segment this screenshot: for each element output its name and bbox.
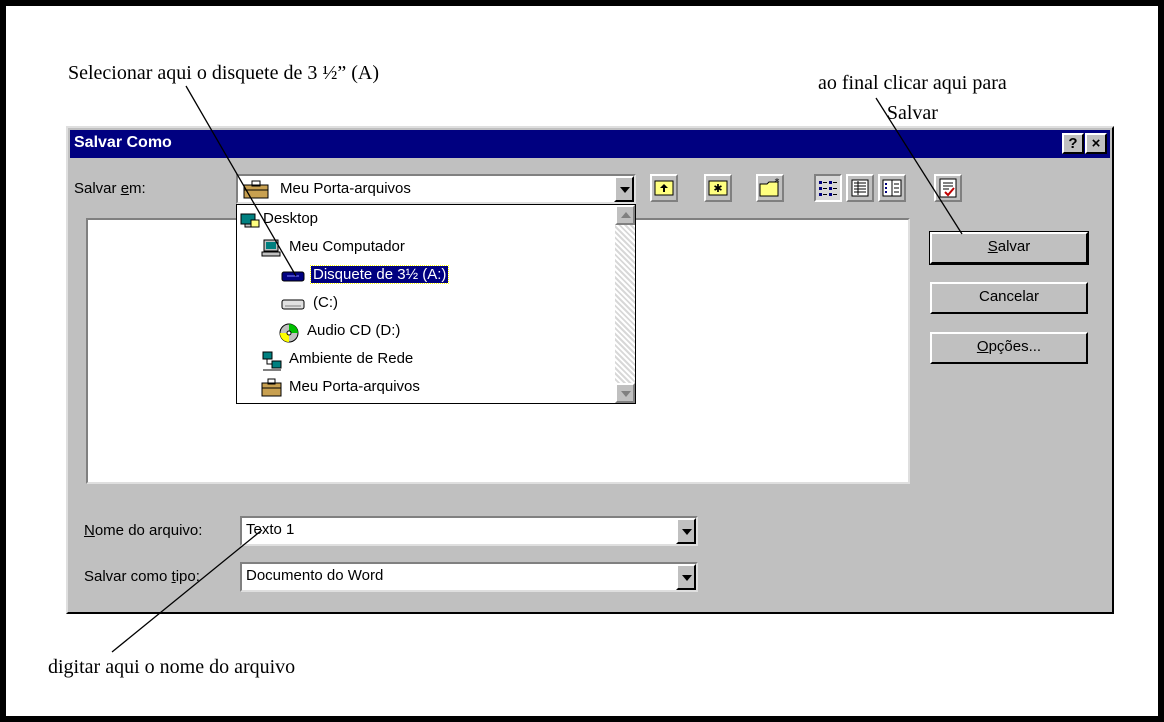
annotation-click-save: ao final clicar aqui para Salvar — [818, 68, 1007, 128]
file-name-label: Nome do arquivo: — [84, 522, 202, 539]
properties-view-icon — [882, 179, 902, 197]
file-name-field[interactable]: Texto 1 — [240, 516, 698, 546]
file-type-select[interactable]: Documento do Word — [240, 562, 698, 592]
annotation-select-drive: Selecionar aqui o disquete de 3 ½” (A) — [68, 62, 380, 84]
details-view-button[interactable] — [846, 174, 874, 202]
dialog-title: Salvar Como — [74, 134, 172, 151]
help-button[interactable]: ? — [1062, 133, 1084, 154]
dropdown-item-label: Disquete de 3½ (A:) — [309, 265, 450, 284]
options-button[interactable]: Opções... — [930, 332, 1088, 364]
save-button[interactable]: Salvar — [929, 231, 1089, 265]
chevron-down-icon[interactable] — [614, 176, 634, 202]
file-type-label-pre: Salvar como — [84, 568, 172, 585]
file-type-value: Documento do Word — [246, 567, 384, 584]
annotation-file-name: digitar aqui o nome do arquivo — [48, 656, 296, 678]
save-in-label-post: m: — [129, 180, 146, 197]
cd-drive-icon — [277, 322, 301, 348]
svg-text:*: * — [775, 177, 780, 188]
dropdown-item-label: Ambiente de Rede — [289, 350, 414, 367]
save-in-label: Salvar em: — [74, 180, 146, 197]
save-button-label: alvar — [997, 238, 1031, 255]
up-one-level-button[interactable] — [650, 174, 678, 202]
chevron-down-icon[interactable] — [676, 518, 696, 544]
close-button[interactable]: × — [1085, 133, 1107, 154]
save-in-dropdown-list[interactable]: Desktop Meu Computador Disquete de 3½ (A… — [236, 204, 636, 404]
file-name-label-accel: N — [84, 522, 95, 539]
dropdown-item-label: (C:) — [313, 294, 338, 311]
hard-drive-icon — [281, 294, 305, 318]
dropdown-item-label: Meu Computador — [289, 238, 405, 255]
network-icon — [261, 350, 283, 376]
briefcase-icon — [242, 180, 272, 204]
up-one-level-icon — [654, 180, 674, 196]
new-folder-button[interactable]: * — [756, 174, 784, 202]
options-button-label: pções... — [988, 338, 1042, 355]
computer-icon — [261, 238, 283, 262]
list-view-button[interactable] — [814, 174, 842, 202]
annotation-save-line1: ao final clicar aqui para — [818, 72, 1007, 94]
properties-view-button[interactable] — [878, 174, 906, 202]
file-type-label: Salvar como tipo: — [84, 568, 200, 585]
options-button-accel: O — [976, 338, 989, 355]
dropdown-scrollbar[interactable] — [615, 205, 635, 403]
cancel-button[interactable]: Cancelar — [930, 282, 1088, 314]
save-in-combo[interactable]: Meu Porta-arquivos — [236, 174, 636, 204]
desktop-shortcut-icon: ✱ — [708, 180, 728, 196]
desktop-icon — [239, 210, 261, 234]
floppy-drive-icon — [281, 266, 305, 290]
title-bar[interactable]: Salvar Como ? × — [70, 130, 1110, 158]
dropdown-item-label: Audio CD (D:) — [307, 322, 401, 339]
details-view-icon — [851, 179, 869, 197]
save-in-label-accel: e — [120, 180, 130, 197]
save-button-accel: S — [987, 238, 998, 255]
file-name-label-text: ome do arquivo: — [94, 522, 203, 539]
commands-settings-icon — [939, 178, 957, 198]
new-folder-icon: * — [759, 177, 780, 197]
briefcase-icon — [261, 378, 283, 402]
scroll-down-icon[interactable] — [615, 383, 635, 403]
list-view-icon — [819, 181, 837, 196]
dropdown-item-label: Meu Porta-arquivos — [289, 378, 420, 395]
desktop-button[interactable]: ✱ — [704, 174, 732, 202]
dropdown-item-label: Desktop — [263, 210, 319, 227]
save-in-label-pre: Salvar — [74, 180, 121, 197]
scroll-up-icon[interactable] — [615, 205, 635, 225]
file-name-value: Texto 1 — [246, 521, 295, 538]
file-type-label-post: ipo: — [175, 568, 200, 585]
save-as-dialog: Salvar Como ? × Salvar em: Meu Porta-arq… — [66, 126, 1114, 614]
svg-text:✱: ✱ — [713, 182, 722, 195]
commands-settings-button[interactable] — [934, 174, 962, 202]
annotation-save-line2: Salvar — [886, 102, 938, 124]
save-in-value: Meu Porta-arquivos — [280, 180, 411, 197]
chevron-down-icon[interactable] — [676, 564, 696, 590]
